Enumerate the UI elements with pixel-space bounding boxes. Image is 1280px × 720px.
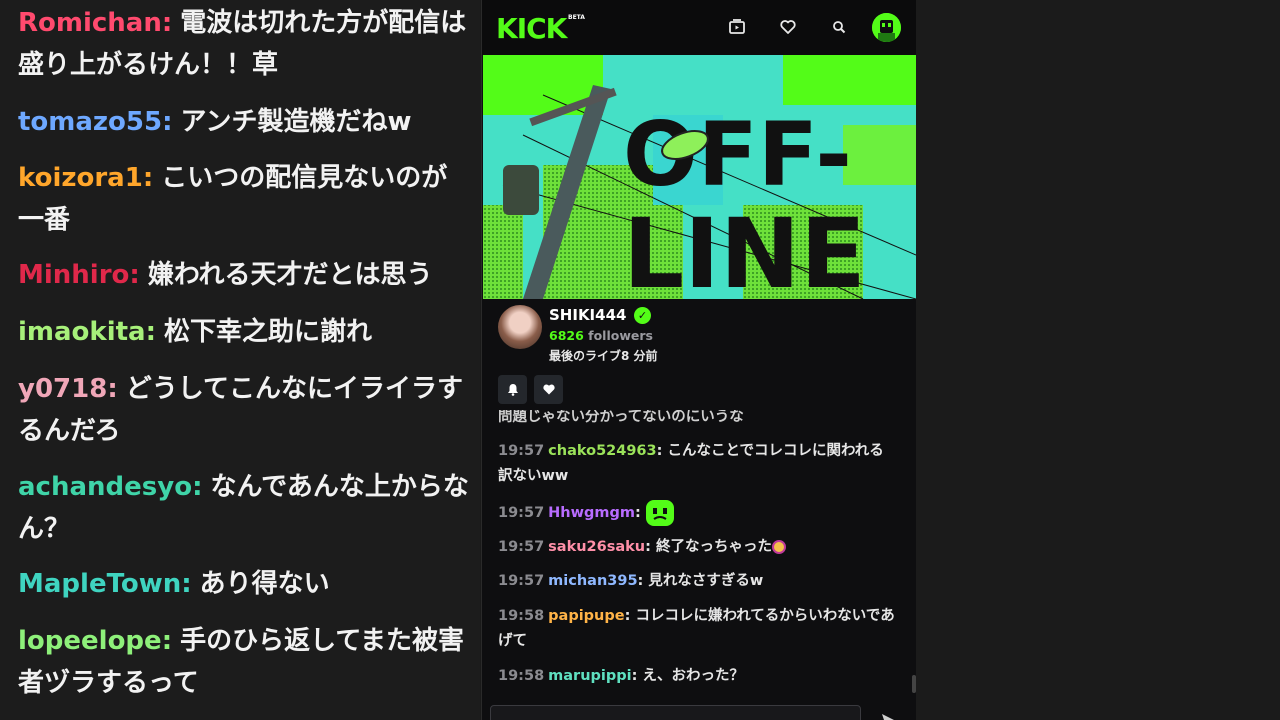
crying-face-emoji-icon: [771, 540, 786, 554]
overlay-text: 嫌われる天才だとは思う: [147, 260, 433, 290]
chat-username[interactable]: saku26saku: [548, 539, 645, 555]
overlay-username: Romichan: [18, 8, 162, 38]
banner-text-top: OFF-: [623, 103, 852, 206]
green-face-emote-icon: [645, 500, 674, 526]
last-live-text: 最後のライブ8 分前: [549, 349, 658, 363]
overlay-username: MapleTown: [18, 569, 182, 599]
chat-message-partial: 問題じゃない分かってないのにいうな: [498, 410, 744, 425]
overlay-message: lopeelope: 手のひら返してまた被害者ヅラするって: [18, 626, 465, 698]
overlay-message: MapleTown: あり得ない: [18, 569, 330, 599]
followers-count: 6826 followers: [549, 328, 653, 343]
channel-name[interactable]: SHIKI444: [549, 306, 626, 324]
chat-username[interactable]: Hhwgmgm: [548, 505, 635, 521]
user-avatar[interactable]: [872, 13, 901, 42]
background-area: [916, 0, 1280, 720]
chat-scrollbar[interactable]: [912, 675, 916, 693]
overlay-message: Romichan: 電波は切れた方が配信は盛り上がるけん！！草: [18, 8, 467, 80]
overlay-text: アンチ製造機だねw: [180, 107, 412, 137]
kick-browser-panel: KICK BETA OFF- LINE SHIKI444 ✓ 6826 foll…: [481, 0, 916, 720]
overlay-username: Minhiro: [18, 260, 130, 290]
overlay-username: achandesyo: [18, 472, 193, 502]
channel-avatar[interactable]: [498, 305, 542, 349]
chat-username[interactable]: papipupe: [548, 608, 624, 624]
overlay-text: あり得ない: [199, 569, 330, 599]
chat-message: 19:58 marupippi: え、おわった？: [498, 668, 744, 684]
beta-badge: BETA: [568, 14, 585, 21]
send-icon[interactable]: [880, 712, 896, 720]
banner-text-bottom: LINE: [623, 198, 866, 299]
chat-time: 19:58: [498, 668, 545, 684]
chat-time: 19:57: [498, 573, 545, 589]
chat-message: 19:57 saku26saku: 終了なっちゃった: [498, 535, 896, 560]
chat-text: え、おわった？: [642, 668, 744, 684]
followers-number: 6826: [549, 328, 584, 343]
overlay-message: tomazo55: アンチ製造機だねw: [18, 107, 412, 137]
verified-badge-icon: ✓: [634, 307, 651, 324]
chat-username[interactable]: marupippi: [548, 668, 631, 684]
overlay-text: 松下幸之助に謝れ: [164, 317, 373, 347]
clips-icon[interactable]: [726, 16, 748, 38]
chat-message: 19:57 chako524963: こんなことでコレコレに関われる訳ないww: [498, 443, 884, 484]
stream-chat-overlay: Romichan: 電波は切れた方が配信は盛り上がるけん！！草 tomazo55:…: [0, 0, 480, 720]
chat-message: 19:58 papipupe: コレコレに嫌われてるからいわないであげて: [498, 608, 895, 649]
chat-message: 19:57 Hhwgmgm:: [498, 500, 896, 526]
chat-input[interactable]: [490, 705, 861, 720]
overlay-message: imaokita: 松下幸之助に謝れ: [18, 317, 373, 347]
kick-logo[interactable]: KICK: [496, 12, 567, 45]
search-icon[interactable]: [828, 16, 850, 38]
overlay-message: koizora1: こいつの配信見ないのが 一番: [18, 163, 474, 235]
overlay-username: y0718: [18, 374, 108, 404]
chat-time: 19:57: [498, 505, 545, 521]
heart-icon[interactable]: [777, 16, 799, 38]
overlay-message: y0718: どうしてこんなにイライラするんだろ: [18, 374, 463, 446]
overlay-username: imaokita: [18, 317, 146, 347]
chat-panel: 問題じゃない分かってないのにいうな 19:57 chako524963: こんなこ…: [482, 410, 912, 702]
chat-message: 19:57 michan395: 見れなさすぎるw: [498, 573, 764, 589]
follow-heart-button[interactable]: [534, 375, 563, 404]
chat-time: 19:58: [498, 608, 545, 624]
chat-text: 見れなさすぎるw: [648, 573, 764, 589]
offline-banner: OFF- LINE: [483, 55, 916, 299]
chat-username[interactable]: chako524963: [548, 443, 656, 459]
chat-username[interactable]: michan395: [548, 573, 637, 589]
overlay-username: koizora1: [18, 163, 143, 193]
overlay-message: Minhiro: 嫌われる天才だとは思う: [18, 260, 433, 290]
chat-time: 19:57: [498, 539, 545, 555]
top-navbar: KICK BETA: [482, 0, 916, 55]
overlay-username: tomazo55: [18, 107, 163, 137]
chat-time: 19:57: [498, 443, 545, 459]
chat-text: 終了なっちゃった: [655, 539, 772, 555]
overlay-username: lopeelope: [18, 626, 162, 656]
notification-bell-button[interactable]: [498, 375, 527, 404]
heart-icon: [542, 384, 555, 395]
followers-label: followers: [588, 328, 653, 343]
overlay-message: achandesyo: なんであんな上からなん？: [18, 472, 469, 544]
bell-icon: [507, 384, 518, 396]
